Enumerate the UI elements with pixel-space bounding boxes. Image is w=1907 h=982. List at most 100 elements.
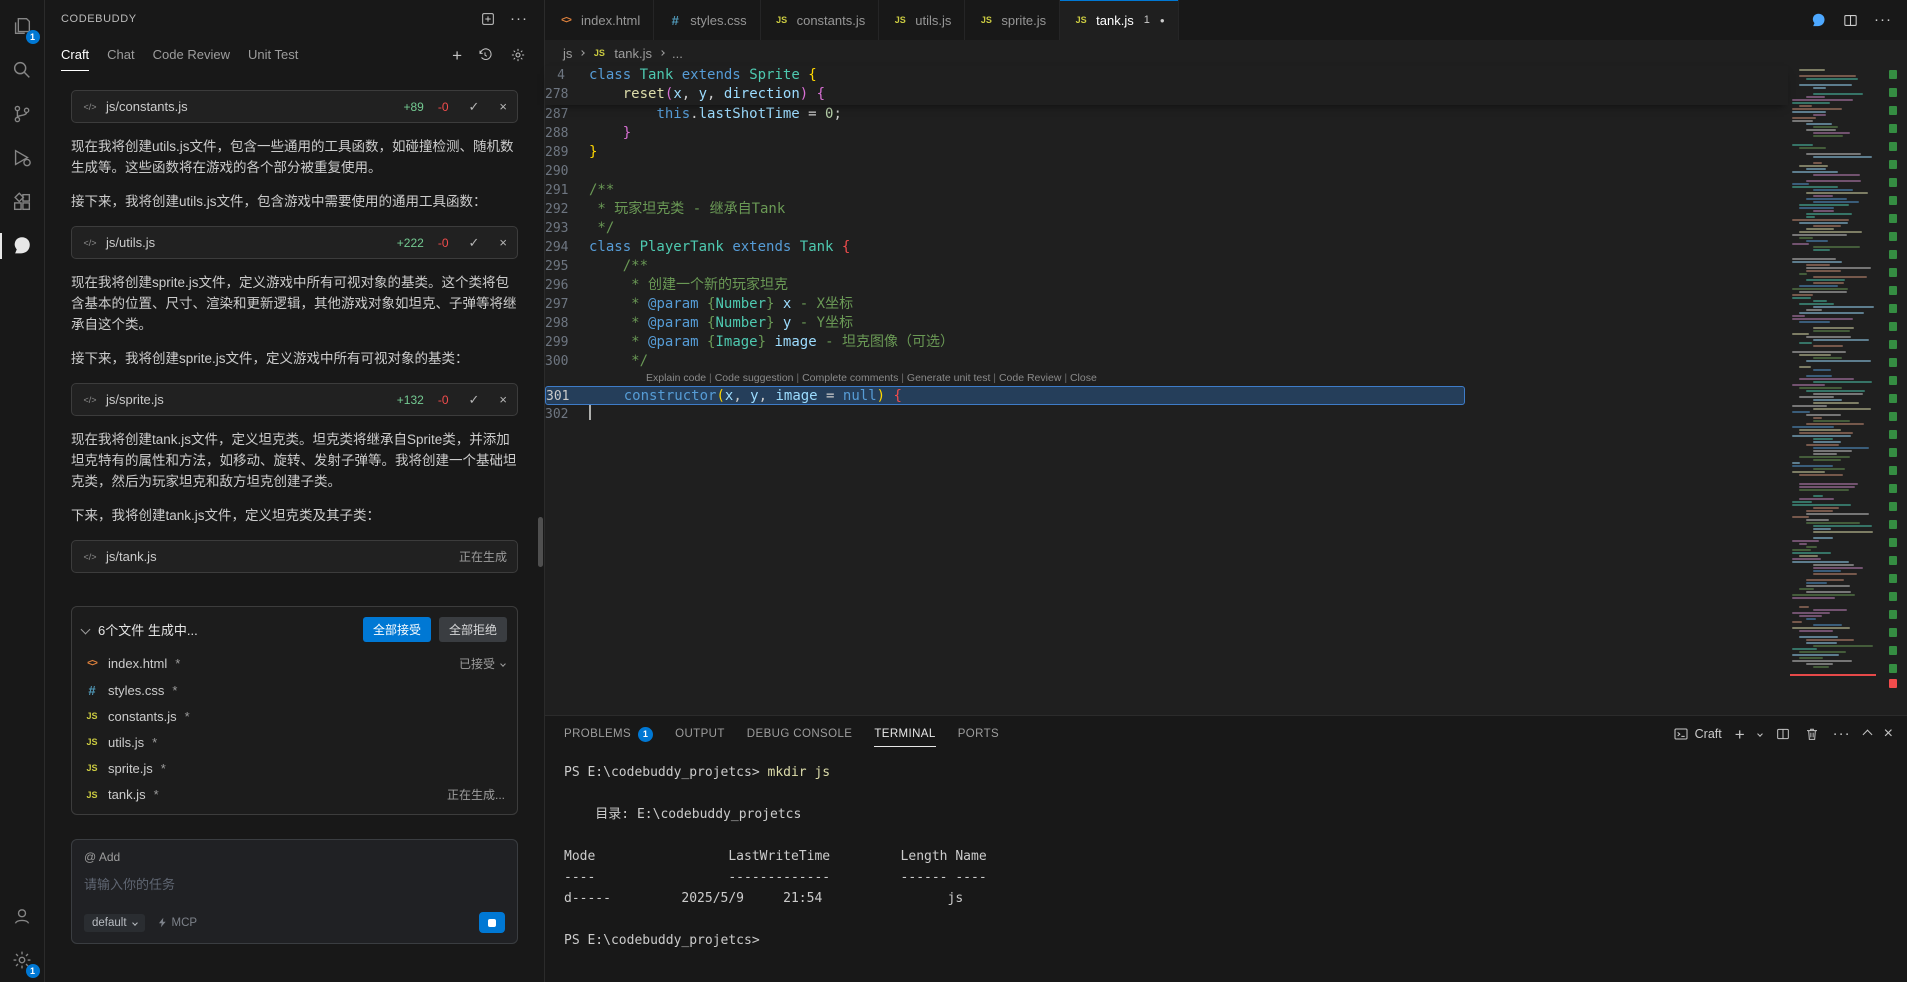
editor-tab-tank-js[interactable]: JStank.js1● [1060, 0, 1179, 40]
line-number: 302 [545, 405, 589, 424]
file-name: styles.css [108, 683, 164, 698]
assistant-message: 下来，我将创建tank.js文件，定义坦克类及其子类： [71, 505, 518, 526]
accept-file-button[interactable]: ✓ [469, 99, 480, 115]
breadcrumb-file[interactable]: tank.js [614, 46, 652, 61]
settings-gear-icon[interactable]: 1 [0, 938, 45, 982]
codelens-action[interactable]: Explain code [646, 372, 706, 384]
file-card[interactable]: </>js/tank.js正在生成 [71, 540, 518, 573]
line-number: 287 [545, 105, 589, 124]
sidebar-tab-craft[interactable]: Craft [61, 40, 89, 71]
sidebar-tab-unit-test[interactable]: Unit Test [248, 40, 298, 71]
panel-more-icon[interactable]: ··· [1833, 729, 1851, 739]
codelens-action[interactable]: Code suggestion [715, 372, 794, 384]
sidebar-tab-code-review[interactable]: Code Review [153, 40, 230, 71]
code-editor[interactable]: 4class Tank extends Sprite {278 reset(x,… [545, 66, 1788, 715]
generated-file-tank-js[interactable]: JStank.js*正在生成... [72, 781, 517, 808]
sidebar-scrollbar[interactable] [538, 517, 543, 567]
codelens-action[interactable]: Complete comments [802, 372, 898, 384]
new-chat-icon[interactable]: + [452, 47, 462, 64]
editor-tab-index-html[interactable]: <>index.html [545, 0, 654, 40]
line-number: 4 [545, 66, 589, 85]
sidebar-more-icon[interactable]: ··· [510, 14, 528, 24]
panel-tab-ports[interactable]: PORTS [958, 716, 999, 752]
accept-file-button[interactable]: ✓ [469, 392, 480, 408]
sticky-scroll: 4class Tank extends Sprite {278 reset(x,… [545, 66, 1788, 105]
js-file-icon: JS [84, 760, 100, 776]
editor-tab-constants-js[interactable]: JSconstants.js [761, 0, 880, 40]
mcp-button[interactable]: MCP [157, 917, 198, 929]
generated-file-utils-js[interactable]: JSutils.js* [72, 729, 517, 755]
stop-generation-button[interactable] [479, 912, 505, 933]
sidebar-title: CODEBUDDY [61, 13, 137, 25]
run-debug-icon[interactable] [0, 136, 45, 180]
add-context-button[interactable]: @ Add [84, 850, 505, 864]
code-line-296: 296 * 创建一个新的玩家坦克 [545, 276, 1788, 295]
new-terminal-icon[interactable]: + [1735, 726, 1745, 743]
code-line-278: 278 reset(x, y, direction) { [545, 85, 1788, 104]
codelens-action[interactable]: Code Review [999, 372, 1061, 384]
chat-settings-icon[interactable] [508, 45, 528, 65]
panel-tab-output[interactable]: OUTPUT [675, 716, 725, 752]
css-file-icon: # [667, 12, 683, 28]
split-terminal-icon[interactable] [1775, 726, 1791, 742]
codebuddy-icon[interactable] [0, 224, 45, 268]
editor-more-icon[interactable]: ··· [1874, 15, 1892, 25]
kill-terminal-icon[interactable] [1804, 726, 1820, 742]
close-panel-icon[interactable]: × [1884, 726, 1893, 742]
generated-file-styles-css[interactable]: #styles.css* [72, 677, 517, 703]
code-line-294: 294class PlayerTank extends Tank { [545, 238, 1788, 257]
generated-file-sprite-js[interactable]: JSsprite.js* [72, 755, 517, 781]
dirty-indicator: ● [1160, 16, 1165, 25]
file-name: utils.js [108, 735, 144, 750]
reject-file-button[interactable]: × [499, 99, 507, 114]
sidebar-tab-chat[interactable]: Chat [107, 40, 134, 71]
breadcrumb[interactable]: js JS tank.js ... [545, 40, 1907, 66]
split-editor-icon[interactable] [1842, 12, 1859, 29]
task-input[interactable]: 请输入你的任务 [84, 874, 505, 912]
js-file-icon: JS [84, 734, 100, 750]
panel-tab-debug-console[interactable]: DEBUG CONSOLE [747, 716, 853, 752]
file-card[interactable]: </>js/sprite.js+132-0✓× [71, 383, 518, 416]
extensions-icon[interactable] [0, 180, 45, 224]
panel-tab-problems[interactable]: PROBLEMS1 [564, 716, 653, 752]
reject-file-button[interactable]: × [499, 235, 507, 250]
add-panel-icon[interactable] [478, 9, 498, 29]
code-line-290: 290 [545, 162, 1788, 181]
breadcrumb-symbol[interactable]: ... [672, 46, 683, 61]
file-card[interactable]: </>js/constants.js+89-0✓× [71, 90, 518, 123]
panel-tab-terminal[interactable]: TERMINAL [874, 716, 935, 752]
files-explorer-icon[interactable]: 1 [0, 4, 45, 48]
file-card-name: js/tank.js [106, 549, 157, 564]
terminal-profile[interactable]: Craft [1673, 726, 1722, 742]
accept-file-button[interactable]: ✓ [469, 235, 480, 251]
editor-body: 4class Tank extends Sprite {278 reset(x,… [545, 66, 1907, 715]
model-selector[interactable]: default [84, 914, 145, 932]
editor-tab-styles-css[interactable]: #styles.css [654, 0, 760, 40]
breadcrumb-folder[interactable]: js [563, 46, 572, 61]
js-file-icon: JS [1073, 12, 1089, 28]
source-control-icon[interactable] [0, 92, 45, 136]
collapse-chevron-icon[interactable] [81, 625, 91, 635]
js-file-icon: JS [978, 12, 994, 28]
accept-all-button[interactable]: 全部接受 [363, 617, 431, 642]
minimap[interactable] [1788, 66, 1880, 715]
codebuddy-action-icon[interactable] [1810, 12, 1827, 29]
terminal-dropdown-icon[interactable] [1757, 731, 1763, 737]
maximize-panel-icon[interactable] [1862, 729, 1872, 739]
generated-file-index-html[interactable]: <>index.html*已接受 [72, 650, 517, 677]
codelens-action[interactable]: Generate unit test [907, 372, 990, 384]
generated-file-constants-js[interactable]: JSconstants.js* [72, 703, 517, 729]
terminal[interactable]: PS E:\codebuddy_projetcs> mkdir js 目录: E… [545, 752, 1907, 982]
editor-tab-utils-js[interactable]: JS utils.js [879, 0, 965, 40]
codelens-action[interactable]: Close [1070, 372, 1097, 384]
history-icon[interactable] [475, 45, 495, 65]
assistant-message: 接下来，我将创建utils.js文件，包含游戏中需要使用的通用工具函数： [71, 191, 518, 212]
reject-file-button[interactable]: × [499, 392, 507, 407]
code-file-icon: </> [82, 99, 98, 115]
editor-tab-sprite-js[interactable]: JSsprite.js [965, 0, 1060, 40]
reject-all-button[interactable]: 全部拒绝 [439, 617, 507, 642]
file-card[interactable]: </>js/utils.js+222-0✓× [71, 226, 518, 259]
search-icon[interactable] [0, 48, 45, 92]
account-icon[interactable] [0, 894, 45, 938]
html-file-icon: <> [558, 12, 574, 28]
